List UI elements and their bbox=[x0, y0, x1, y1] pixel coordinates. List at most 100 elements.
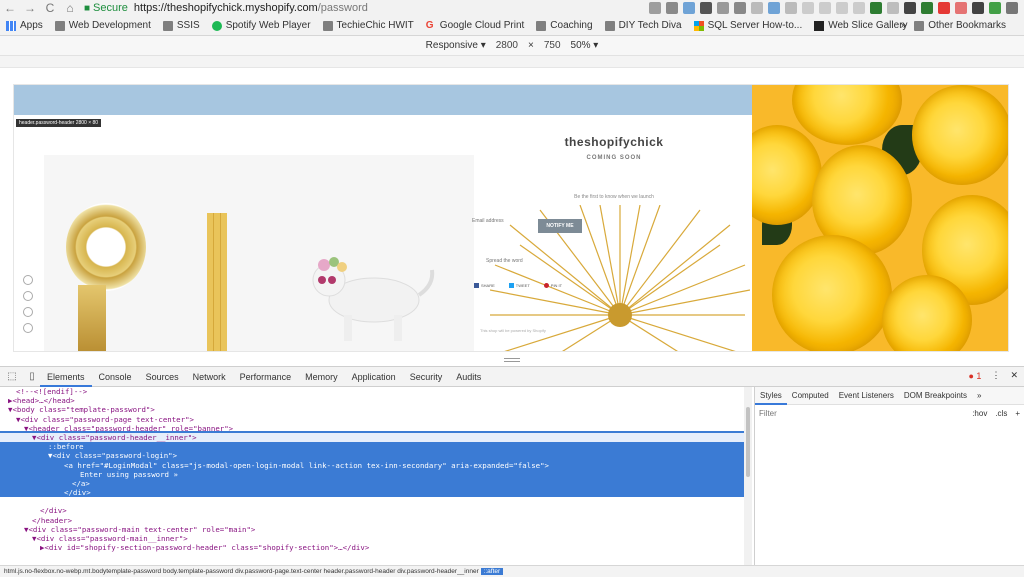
tab-audits[interactable]: Audits bbox=[449, 367, 488, 387]
dom-node-line[interactable]: ▼<div class="password-header__inner"> bbox=[0, 432, 752, 443]
tab-network[interactable]: Network bbox=[186, 367, 233, 387]
dom-node-line[interactable]: </div> bbox=[0, 506, 752, 515]
control-circle[interactable] bbox=[23, 323, 33, 333]
tab-styles[interactable]: Styles bbox=[755, 387, 787, 405]
dom-node-line[interactable]: </header> bbox=[0, 516, 752, 525]
extension-icon[interactable] bbox=[700, 2, 712, 14]
overflow-chevron[interactable]: » bbox=[901, 20, 907, 31]
control-circle[interactable] bbox=[23, 291, 33, 301]
tab-elements[interactable]: Elements bbox=[40, 367, 92, 387]
extension-icon[interactable] bbox=[870, 2, 882, 14]
device-toggle-icon[interactable]: ▯ bbox=[24, 369, 40, 385]
dom-node-line[interactable]: ::after == $0 bbox=[0, 497, 752, 506]
extension-icon[interactable] bbox=[751, 2, 763, 14]
extension-icon[interactable] bbox=[955, 2, 967, 14]
extension-icon[interactable] bbox=[989, 2, 1001, 14]
dom-node-line[interactable]: ▼<header class="password-header" role="b… bbox=[0, 424, 752, 433]
tab-console[interactable]: Console bbox=[92, 367, 139, 387]
more-tabs-chevron[interactable]: » bbox=[972, 387, 986, 405]
extension-icon[interactable] bbox=[683, 2, 695, 14]
extension-icon[interactable] bbox=[717, 2, 729, 14]
dom-node-line[interactable]: ▼<div class="password-main text-center" … bbox=[0, 525, 752, 534]
dom-node-line[interactable]: ▼<body class="template-password"> bbox=[0, 405, 752, 414]
bookmark-web-slice-gallery[interactable]: Web Slice Gallery bbox=[814, 20, 908, 31]
bookmark-google-cloud-print[interactable]: G Google Cloud Print bbox=[426, 20, 525, 31]
extension-icon[interactable] bbox=[938, 2, 950, 14]
email-input[interactable] bbox=[472, 216, 534, 226]
extension-icon[interactable] bbox=[785, 2, 797, 14]
kebab-menu-icon[interactable]: ⋮ bbox=[991, 370, 1000, 381]
extension-icon[interactable] bbox=[802, 2, 814, 14]
scrollbar-thumb[interactable] bbox=[746, 407, 750, 477]
dom-node-line[interactable]: </div> bbox=[0, 488, 752, 497]
share-facebook-link[interactable]: SHARE bbox=[474, 283, 495, 288]
cls-toggle[interactable]: .cls bbox=[995, 409, 1007, 418]
extension-icon[interactable] bbox=[921, 2, 933, 14]
bookmark-apps[interactable]: Apps bbox=[6, 20, 43, 31]
inspect-element-icon[interactable]: ⬚ bbox=[4, 369, 20, 385]
dom-tree-scrollbar[interactable] bbox=[744, 387, 752, 565]
bookmark-coaching[interactable]: Coaching bbox=[536, 20, 593, 31]
bookmark-sql-server[interactable]: SQL Server How-to... bbox=[693, 20, 802, 31]
tab-security[interactable]: Security bbox=[403, 367, 450, 387]
extension-icon[interactable] bbox=[819, 2, 831, 14]
dom-node-line[interactable]: ▼<div class="password-page text-center"> bbox=[0, 415, 752, 424]
dom-node-line[interactable]: ▼<div class="password-main__inner"> bbox=[0, 534, 752, 543]
home-button[interactable]: ⌂ bbox=[60, 0, 80, 16]
notify-me-button[interactable]: NOTIFY ME bbox=[538, 219, 582, 233]
extension-icon[interactable] bbox=[972, 2, 984, 14]
dom-node-line[interactable]: Enter using password » bbox=[0, 470, 752, 479]
hov-toggle[interactable]: :hov bbox=[972, 409, 987, 418]
extension-icon[interactable] bbox=[853, 2, 865, 14]
styles-filter-input[interactable] bbox=[759, 408, 939, 418]
dom-node-line[interactable]: ▼<div class="password-login"> bbox=[0, 451, 752, 460]
extension-icon[interactable] bbox=[836, 2, 848, 14]
tab-sources[interactable]: Sources bbox=[139, 367, 186, 387]
reload-button[interactable]: C bbox=[40, 0, 60, 16]
breadcrumb-path[interactable]: html.js.no-flexbox.no-webp.mt.bodytempla… bbox=[4, 568, 479, 575]
store-name: theshopifychick bbox=[564, 135, 664, 149]
tab-event-listeners[interactable]: Event Listeners bbox=[834, 387, 899, 405]
share-twitter-link[interactable]: TWEET bbox=[508, 283, 530, 288]
forward-button[interactable]: → bbox=[20, 0, 40, 16]
extension-icon[interactable] bbox=[1006, 2, 1018, 14]
extension-icon[interactable] bbox=[768, 2, 780, 14]
viewport-height-input[interactable]: 750 bbox=[544, 40, 561, 51]
extension-icon[interactable] bbox=[734, 2, 746, 14]
resize-handle[interactable] bbox=[504, 358, 520, 362]
dom-node-line[interactable]: ▶<div id="shopify-section-password-heade… bbox=[0, 543, 752, 552]
address-field[interactable]: https://theshopifychick.myshopify.com/pa… bbox=[134, 2, 368, 14]
dom-node-line[interactable]: ::before bbox=[0, 442, 752, 451]
extension-icon[interactable] bbox=[904, 2, 916, 14]
tab-computed[interactable]: Computed bbox=[787, 387, 834, 405]
close-icon[interactable]: ✕ bbox=[1010, 370, 1018, 381]
dom-node-line[interactable]: ▶<head>…</head> bbox=[0, 396, 752, 405]
bookmark-diy-tech-diva[interactable]: DIY Tech Diva bbox=[604, 20, 682, 31]
breadcrumb-current[interactable]: ::after bbox=[480, 568, 504, 575]
more-icon[interactable] bbox=[649, 2, 661, 14]
bookmark-techiechic[interactable]: TechieChic HWIT bbox=[322, 20, 414, 31]
star-icon[interactable] bbox=[666, 2, 678, 14]
back-button[interactable]: ← bbox=[0, 0, 20, 16]
zoom-select[interactable]: 50% ▾ bbox=[571, 40, 599, 51]
tab-memory[interactable]: Memory bbox=[298, 367, 345, 387]
bookmark-label: Web Slice Gallery bbox=[828, 20, 908, 31]
bookmark-ssis[interactable]: SSIS bbox=[162, 20, 200, 31]
tab-dom-breakpoints[interactable]: DOM Breakpoints bbox=[899, 387, 972, 405]
dom-node-line[interactable]: </a> bbox=[0, 479, 752, 488]
control-circle[interactable] bbox=[23, 307, 33, 317]
tab-application[interactable]: Application bbox=[345, 367, 403, 387]
control-circle[interactable] bbox=[23, 275, 33, 285]
other-bookmarks[interactable]: » Other Bookmarks bbox=[901, 20, 1006, 31]
add-rule-button[interactable]: + bbox=[1015, 409, 1020, 418]
device-mode-select[interactable]: Responsive ▾ bbox=[426, 40, 486, 51]
extension-icon[interactable] bbox=[887, 2, 899, 14]
viewport-width-input[interactable]: 2800 bbox=[496, 40, 518, 51]
dom-node-line[interactable]: <a href="#LoginModal" class="js-modal-op… bbox=[0, 461, 752, 470]
error-count-badge[interactable]: ● 1 bbox=[969, 371, 982, 381]
tab-performance[interactable]: Performance bbox=[233, 367, 299, 387]
share-pinterest-link[interactable]: PIN IT bbox=[543, 283, 562, 288]
bookmark-spotify[interactable]: Spotify Web Player bbox=[211, 20, 311, 31]
dom-node-line[interactable]: <!--<![endif]--> bbox=[0, 387, 752, 396]
bookmark-web-development[interactable]: Web Development bbox=[54, 20, 151, 31]
